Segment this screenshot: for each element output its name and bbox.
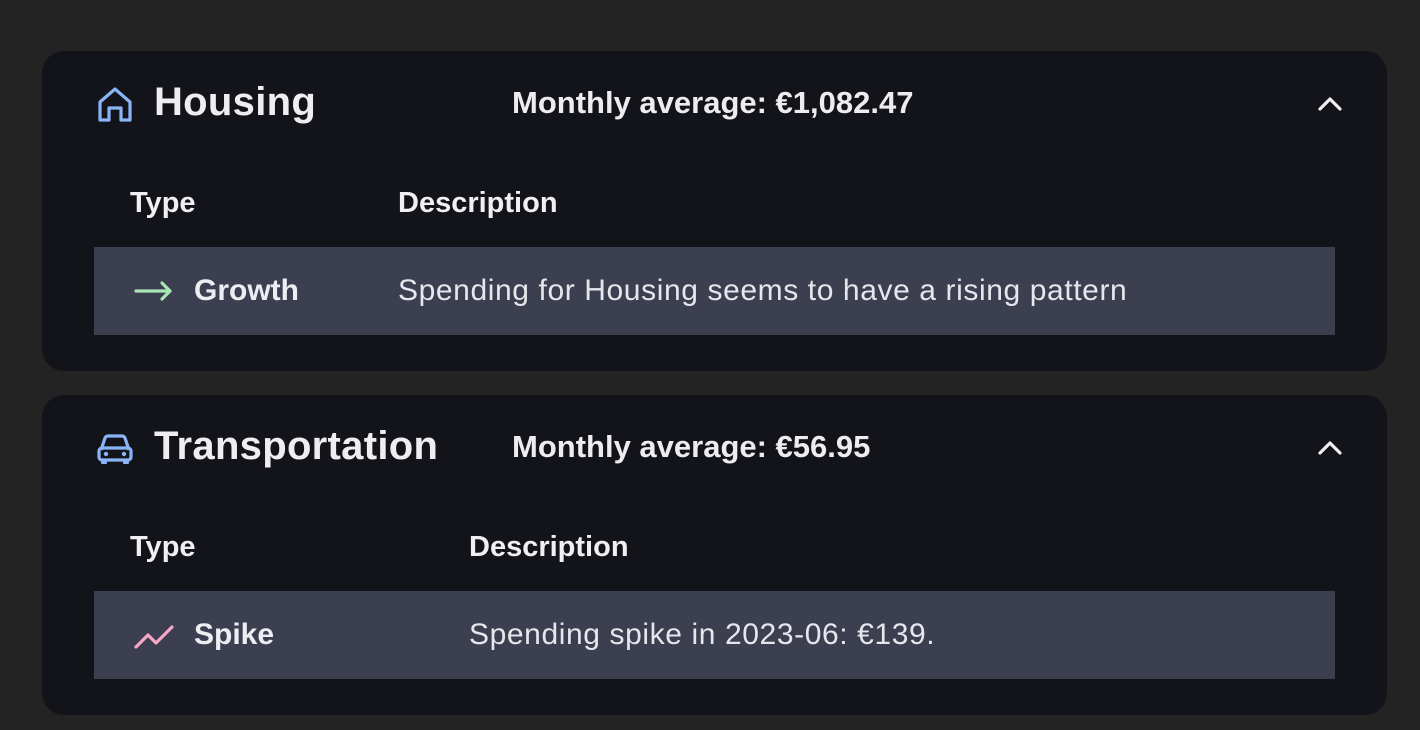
table-row: Growth Spending for Housing seems to hav… [94, 247, 1335, 335]
trending-up-icon [134, 625, 174, 649]
row-description: Spending for Housing seems to have a ris… [398, 274, 1128, 307]
column-header-type: Type [130, 187, 196, 219]
column-header-type: Type [130, 531, 196, 563]
category-header[interactable]: Housing Monthly average: €1,082.47 [42, 51, 1387, 155]
row-description: Spending spike in 2023-06: €139. [469, 618, 936, 651]
column-header-description: Description [398, 187, 558, 219]
category-card-transportation: Transportation Monthly average: €56.95 T… [42, 395, 1387, 715]
house-icon [98, 87, 132, 122]
row-type: Spike [194, 618, 275, 651]
car-icon [97, 434, 133, 464]
monthly-average: Monthly average: €1,082.47 [512, 85, 914, 120]
chevron-up-icon[interactable] [1312, 86, 1348, 122]
category-header[interactable]: Transportation Monthly average: €56.95 [42, 395, 1387, 499]
arrow-right-icon [134, 281, 172, 301]
column-header-description: Description [469, 531, 629, 563]
category-title: Housing [154, 80, 317, 124]
category-title: Transportation [154, 424, 439, 468]
category-card-housing: Housing Monthly average: €1,082.47 Type … [42, 51, 1387, 371]
table-row: Spike Spending spike in 2023-06: €139. [94, 591, 1335, 679]
chevron-up-icon[interactable] [1312, 430, 1348, 466]
row-type: Growth [194, 274, 299, 307]
monthly-average: Monthly average: €56.95 [512, 429, 871, 464]
